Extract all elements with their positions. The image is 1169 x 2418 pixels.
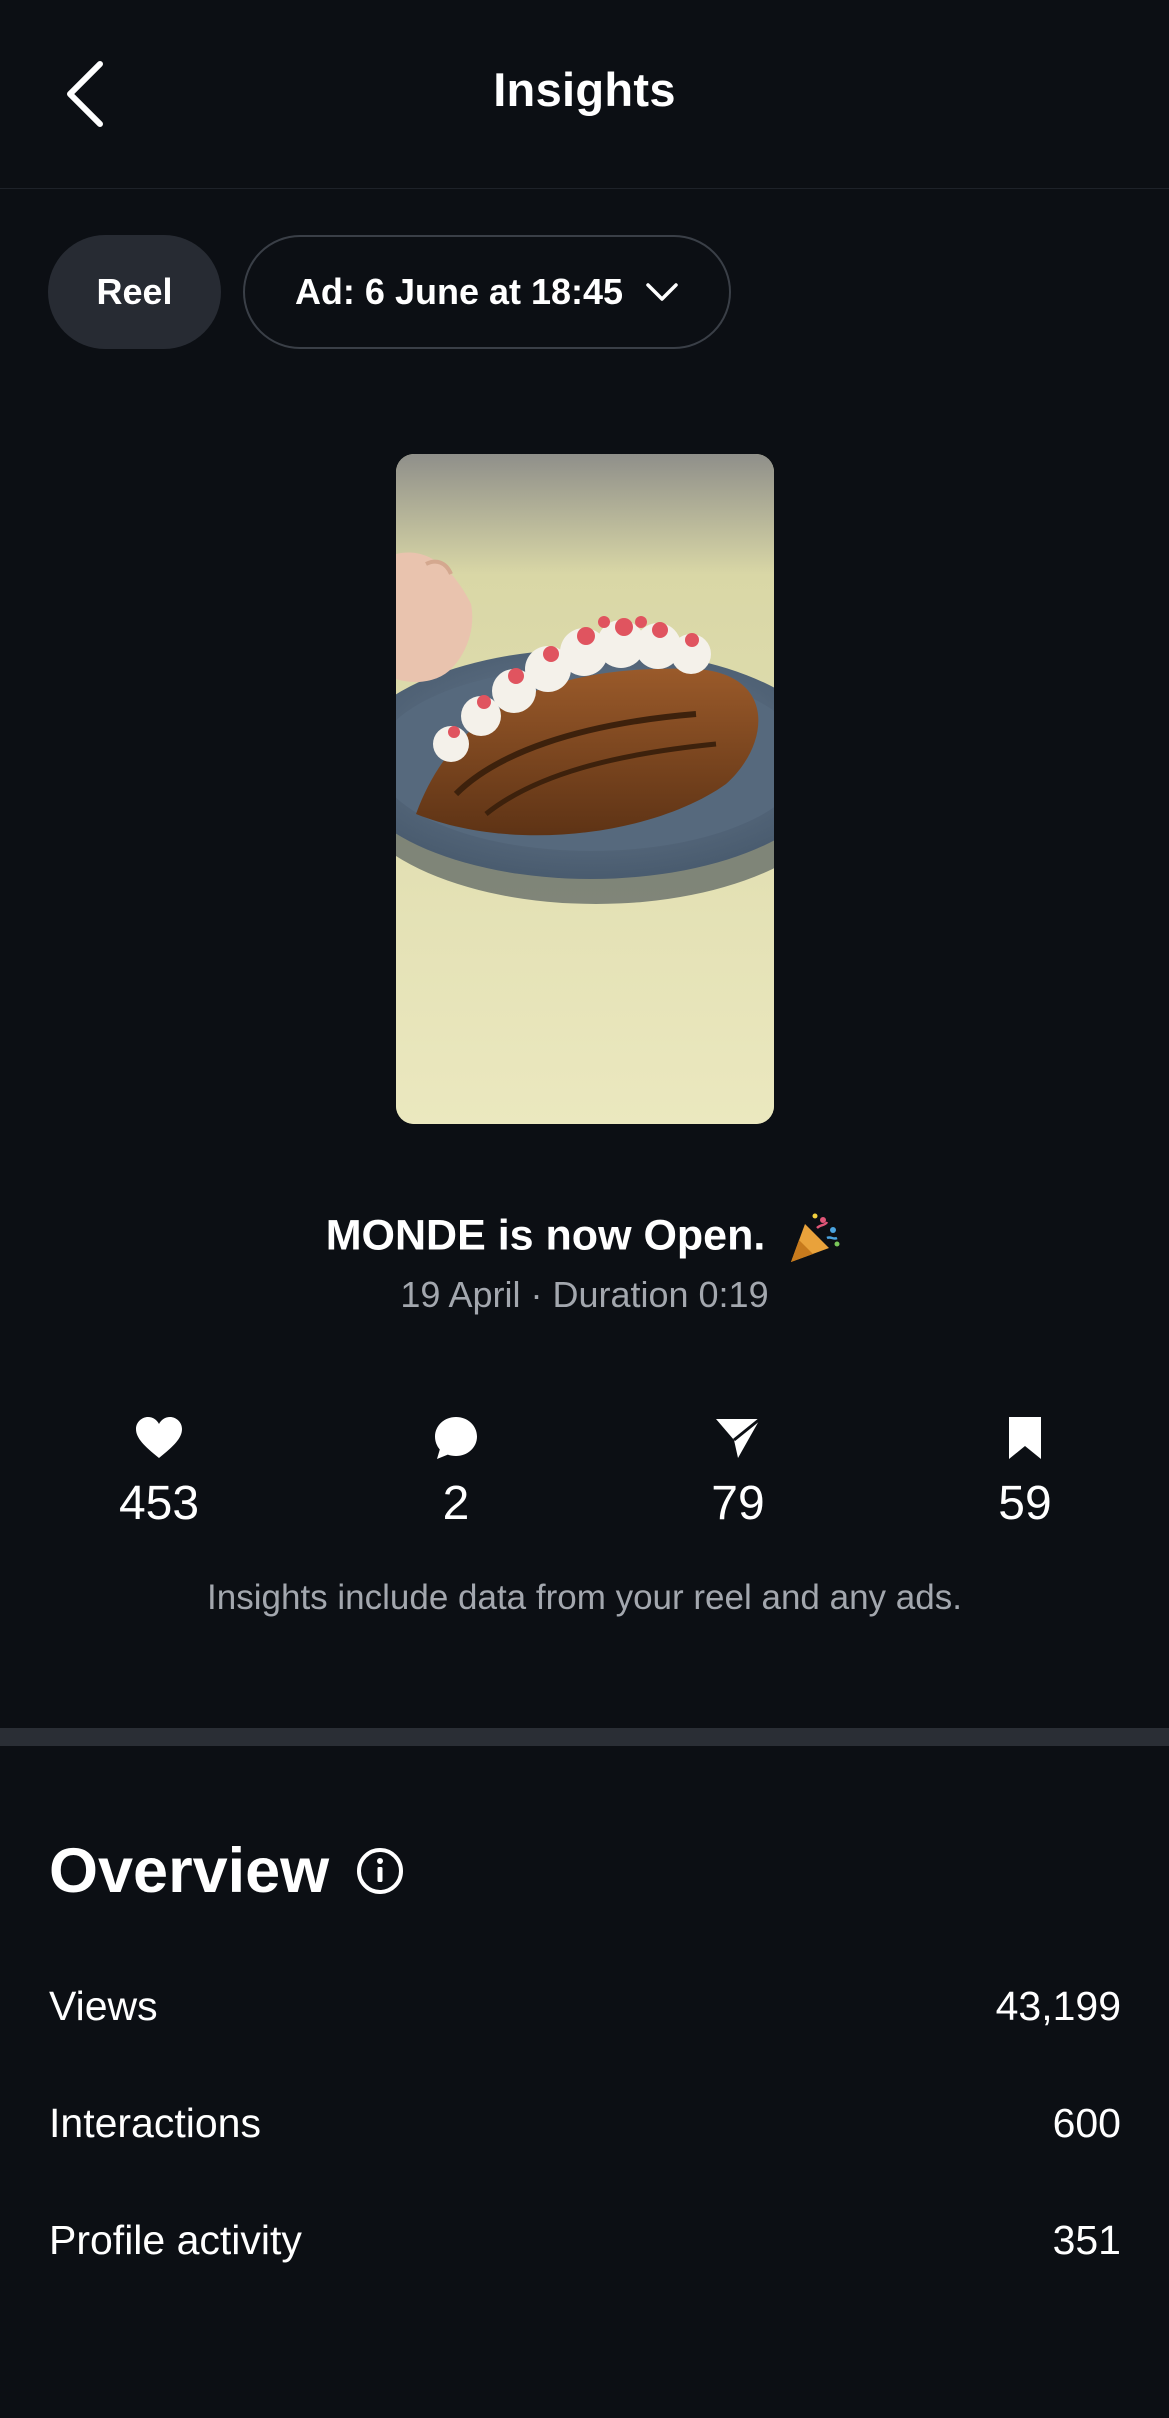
- reel-thumbnail[interactable]: [396, 454, 774, 1124]
- interactions-label: Interactions: [49, 2100, 261, 2146]
- views-row[interactable]: Views 43,199: [49, 1983, 1121, 2030]
- heart-icon: [136, 1417, 182, 1458]
- page-title: Insights: [493, 63, 676, 116]
- profile-activity-row[interactable]: Profile activity 351: [49, 2217, 1121, 2264]
- profile-activity-label: Profile activity: [49, 2217, 302, 2263]
- party-popper-icon: [791, 1213, 840, 1262]
- ad-date-label: Ad: 6 June at 18:45: [294, 271, 624, 312]
- post-meta: 19 April · Duration 0:19: [400, 1274, 769, 1315]
- info-icon[interactable]: [355, 1846, 405, 1896]
- bookmark-icon: [1009, 1417, 1041, 1459]
- comments-stat: 2: [346, 1412, 566, 1531]
- overview-heading: Overview: [49, 1835, 405, 1907]
- top-bar: Insights: [0, 0, 1169, 189]
- overview-title: Overview: [49, 1836, 330, 1906]
- likes-count: 453: [118, 1477, 200, 1530]
- ad-date-dropdown[interactable]: Ad: 6 June at 18:45: [243, 235, 731, 349]
- share-icon: [716, 1417, 761, 1458]
- interactions-row[interactable]: Interactions 600: [49, 2100, 1121, 2147]
- saves-count: 59: [998, 1477, 1052, 1530]
- profile-activity-value: 351: [1052, 2217, 1121, 2263]
- chevron-down-icon: [646, 283, 678, 301]
- views-value: 43,199: [995, 1983, 1121, 2029]
- post-title-text: MONDE is now Open.: [325, 1211, 766, 1260]
- shares-stat: 79: [628, 1412, 848, 1531]
- insights-note: Insights include data from your reel and…: [207, 1578, 962, 1617]
- shares-count: 79: [711, 1477, 765, 1530]
- views-label: Views: [49, 1983, 158, 2029]
- saves-stat: 59: [915, 1412, 1135, 1531]
- comment-icon: [435, 1417, 477, 1459]
- section-divider: [0, 1728, 1169, 1746]
- croissant-image: [396, 454, 774, 1124]
- post-title: MONDE is now Open.: [0, 1210, 1169, 1266]
- interactions-value: 600: [1052, 2100, 1121, 2146]
- comments-count: 2: [442, 1477, 470, 1530]
- reel-filter-button[interactable]: Reel: [48, 235, 221, 349]
- likes-stat: 453: [49, 1412, 269, 1531]
- reel-filter-label: Reel: [96, 271, 173, 312]
